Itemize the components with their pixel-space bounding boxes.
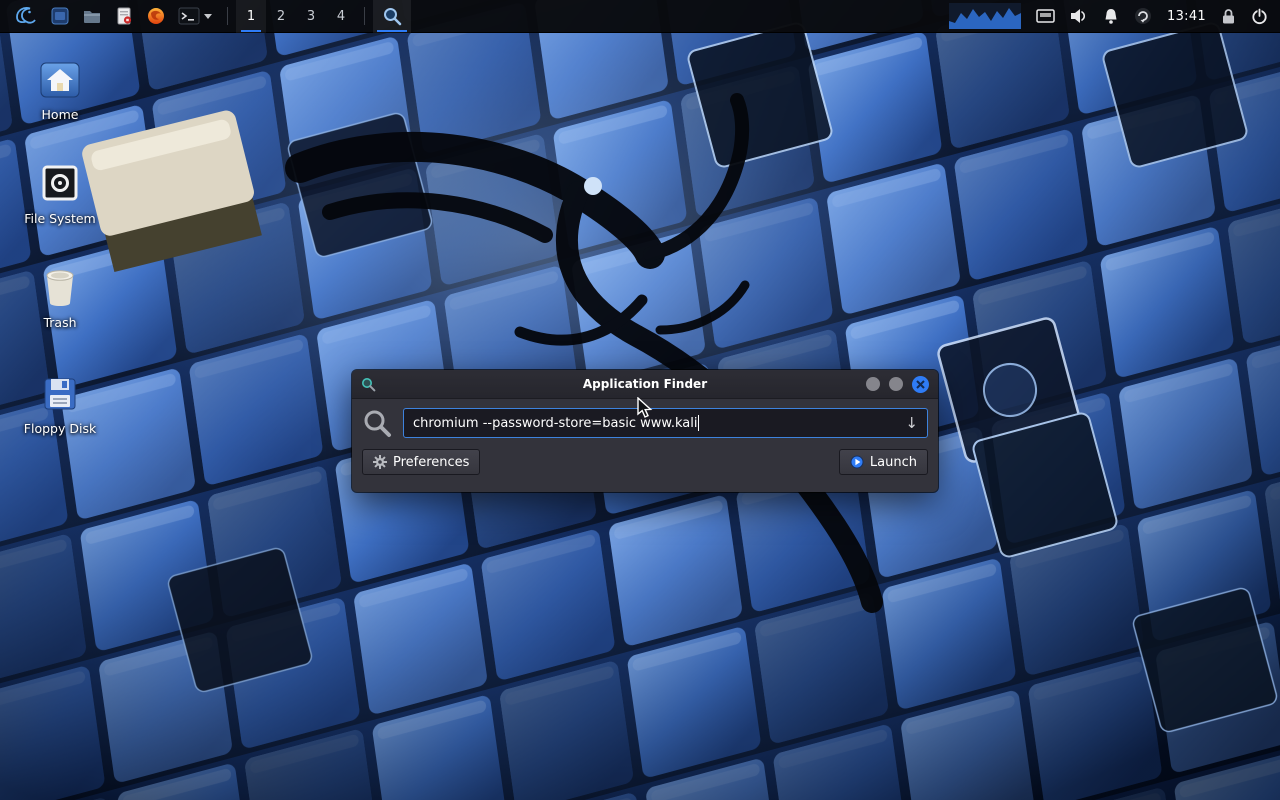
floppy-disk-icon bbox=[40, 374, 80, 414]
terminal-launcher[interactable] bbox=[172, 0, 219, 33]
search-icon bbox=[362, 408, 392, 438]
dragon-eye-sphere bbox=[584, 177, 602, 195]
lock-icon[interactable] bbox=[1221, 8, 1236, 25]
panel-separator bbox=[227, 7, 228, 25]
command-input[interactable]: chromium --password-store=basic www.kali… bbox=[403, 408, 928, 438]
workspace-1[interactable]: 1 bbox=[236, 0, 266, 33]
desktop-icon-home[interactable]: Home bbox=[12, 54, 108, 122]
desktop-icon-label: Floppy Disk bbox=[12, 421, 108, 436]
workspace-3[interactable]: 3 bbox=[296, 0, 326, 33]
desktop-icon-floppy-disk[interactable]: Floppy Disk bbox=[12, 368, 108, 436]
mouse-cursor bbox=[635, 397, 655, 419]
terminal-icon bbox=[178, 6, 200, 26]
titlebar[interactable]: Application Finder bbox=[352, 370, 938, 399]
top-panel: 1 2 3 4 bbox=[0, 0, 1280, 33]
desktop-icon-file-system[interactable]: File System bbox=[12, 158, 108, 226]
firefox-icon bbox=[146, 6, 166, 26]
text-editor-icon bbox=[114, 6, 134, 26]
kali-menu-button[interactable] bbox=[8, 0, 44, 33]
preferences-button[interactable]: Preferences bbox=[362, 449, 480, 475]
window-app-icon bbox=[50, 6, 70, 26]
maximize-button[interactable] bbox=[889, 377, 903, 391]
window-app-launcher[interactable] bbox=[44, 0, 76, 33]
workspace-4[interactable]: 4 bbox=[326, 0, 356, 33]
application-finder-window: Application Finder chromium --password-s… bbox=[352, 370, 938, 492]
chevron-down-icon bbox=[203, 12, 213, 20]
updates-icon[interactable] bbox=[1134, 7, 1152, 25]
text-caret bbox=[698, 415, 699, 431]
desktop-icon-trash[interactable]: Trash bbox=[12, 262, 108, 330]
power-logout-icon[interactable] bbox=[1251, 8, 1268, 25]
panel-clock[interactable]: 13:41 bbox=[1167, 9, 1206, 24]
close-icon bbox=[916, 380, 925, 389]
desktop-icon-label: Trash bbox=[12, 315, 108, 330]
display-icon[interactable] bbox=[1036, 9, 1055, 23]
file-manager-launcher[interactable] bbox=[76, 0, 108, 33]
home-icon bbox=[39, 60, 81, 100]
window-title: Application Finder bbox=[352, 377, 938, 391]
launch-label: Launch bbox=[870, 455, 917, 470]
trash-icon bbox=[41, 266, 79, 308]
desktop-icon-label: File System bbox=[12, 211, 108, 226]
panel-separator bbox=[364, 7, 365, 25]
gear-icon bbox=[373, 455, 387, 469]
file-system-icon bbox=[39, 162, 81, 204]
close-button[interactable] bbox=[912, 376, 929, 393]
search-icon bbox=[382, 6, 402, 26]
minimize-button[interactable] bbox=[866, 377, 880, 391]
launch-button[interactable]: Launch bbox=[839, 449, 928, 475]
app-finder-window-icon bbox=[361, 377, 376, 392]
volume-icon[interactable] bbox=[1070, 8, 1088, 24]
history-dropdown-arrow[interactable]: ↓ bbox=[897, 416, 918, 431]
taskbar-application-finder[interactable] bbox=[373, 0, 411, 33]
text-editor-launcher[interactable] bbox=[108, 0, 140, 33]
firefox-launcher[interactable] bbox=[140, 0, 172, 33]
workspace-2[interactable]: 2 bbox=[266, 0, 296, 33]
preferences-label: Preferences bbox=[393, 455, 469, 470]
desktop-icon-label: Home bbox=[12, 107, 108, 122]
folder-icon bbox=[82, 6, 102, 26]
kali-logo-icon bbox=[14, 4, 38, 28]
notifications-bell-icon[interactable] bbox=[1103, 8, 1119, 25]
launch-icon bbox=[850, 455, 864, 469]
system-load-graph[interactable] bbox=[949, 3, 1021, 29]
